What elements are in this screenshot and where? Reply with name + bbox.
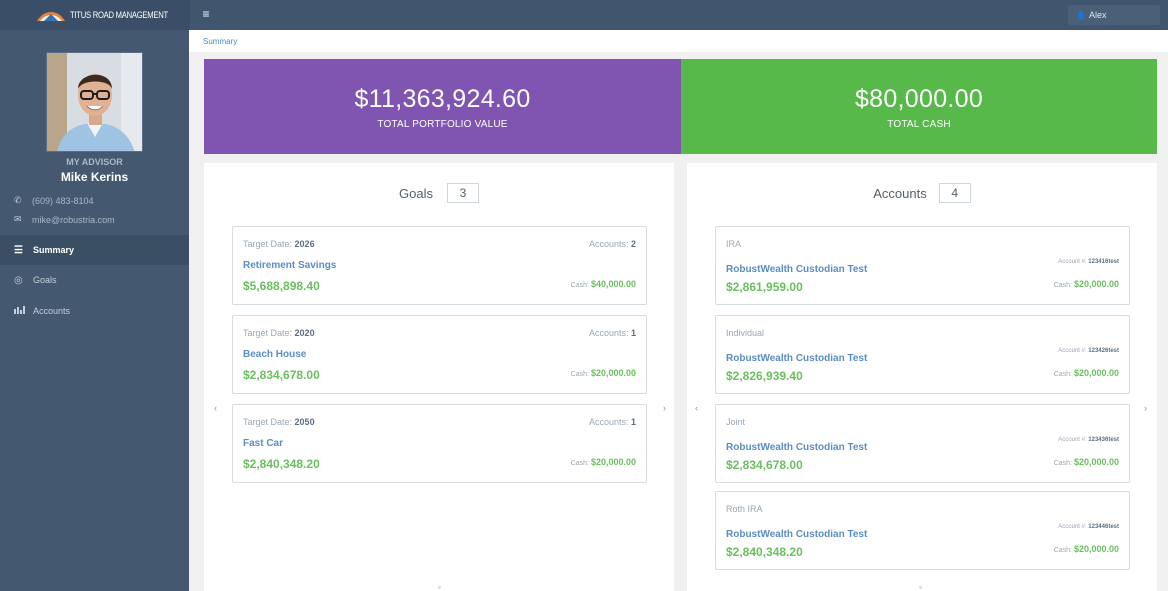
breadcrumb-bar: Summary — [189, 30, 1168, 52]
account-cash: Cash: $20,000.00 — [1053, 544, 1119, 554]
goal-card-fast-car[interactable]: Target Date: 2050 Accounts: 1 Fast Car $… — [232, 404, 647, 483]
account-value: $2,861,959.00 — [726, 280, 803, 294]
sidebar: MY ADVISOR Mike Kerins ✆ (609) 483-8104 … — [0, 30, 189, 591]
account-type: Roth IRA — [726, 504, 763, 514]
goal-name[interactable]: Fast Car — [243, 438, 283, 449]
account-number: Account #: 123436test — [1058, 437, 1119, 443]
scroll-indicator — [919, 586, 922, 589]
account-cash: Cash: $20,000.00 — [1053, 279, 1119, 289]
accounts-panel: Accounts 4 ‹ › IRA Account #: 123416test… — [687, 163, 1157, 591]
total-portfolio-banner: $11,363,924.60 TOTAL PORTFOLIO VALUE — [204, 59, 681, 154]
account-cash: Cash: $20,000.00 — [1053, 457, 1119, 467]
mountain-logo-icon — [37, 12, 65, 21]
goal-card-beach-house[interactable]: Target Date: 2020 Accounts: 1 Beach Hous… — [232, 315, 647, 394]
sidebar-item-label: Goals — [33, 275, 57, 285]
goal-value: $2,834,678.00 — [243, 368, 320, 382]
goal-card-retirement[interactable]: Target Date: 2026 Accounts: 2 Retirement… — [232, 226, 647, 305]
sidebar-item-summary[interactable]: ☰ Summary — [0, 235, 189, 265]
account-value: $2,826,939.40 — [726, 369, 803, 383]
total-cash-banner: $80,000.00 TOTAL CASH — [681, 59, 1157, 154]
account-name[interactable]: RobustWealth Custodian Test — [726, 264, 867, 275]
goals-header: Goals 3 — [204, 183, 674, 203]
bar-chart-icon — [14, 305, 28, 317]
goal-name[interactable]: Beach House — [243, 349, 306, 360]
total-cash-label: TOTAL CASH — [887, 119, 951, 130]
accounts-count: 4 — [938, 183, 971, 203]
scroll-indicator — [438, 586, 441, 589]
account-number: Account #: 123416test — [1058, 259, 1119, 265]
brand-name: TITUS ROAD MANAGEMENT — [70, 10, 168, 20]
user-menu[interactable]: 👤 Alex — [1068, 5, 1160, 25]
total-portfolio-value: $11,363,924.60 — [354, 85, 531, 113]
advisor-email[interactable]: ✉ mike@robustria.com — [14, 214, 115, 225]
account-card-individual[interactable]: Individual Account #: 123426test RobustW… — [715, 315, 1130, 394]
phone-text: (609) 483-8104 — [32, 195, 94, 206]
goals-panel: Goals 3 ‹ › Target Date: 2026 Accounts: … — [204, 163, 674, 591]
goal-cash: Cash: $40,000.00 — [570, 279, 636, 289]
accounts-title: Accounts — [873, 185, 927, 201]
goals-prev-arrow-icon[interactable]: ‹ — [214, 403, 217, 413]
sidebar-item-label: Summary — [33, 245, 75, 255]
accounts-next-arrow-icon[interactable]: › — [1144, 403, 1147, 413]
goal-cash: Cash: $20,000.00 — [570, 457, 636, 467]
account-cash: Cash: $20,000.00 — [1053, 368, 1119, 378]
total-cash-value: $80,000.00 — [854, 85, 984, 113]
advisor-avatar — [46, 52, 143, 152]
top-bar: TITUS ROAD MANAGEMENT ≡ 👤 Alex — [0, 0, 1168, 30]
phone-icon: ✆ — [14, 195, 22, 205]
list-icon: ☰ — [14, 244, 23, 256]
goal-value: $5,688,898.40 — [243, 279, 320, 293]
account-number: Account #: 123426test — [1058, 348, 1119, 354]
account-name[interactable]: RobustWealth Custodian Test — [726, 353, 867, 364]
email-text: mike@robustria.com — [32, 214, 115, 225]
goal-accounts-count: Accounts: 1 — [588, 328, 636, 338]
sidebar-item-accounts[interactable]: Accounts — [0, 296, 189, 326]
goals-title: Goals — [399, 185, 433, 201]
goal-target-date: Target Date: 2020 — [243, 328, 315, 338]
envelope-icon: ✉ — [14, 214, 22, 224]
goals-next-arrow-icon[interactable]: › — [663, 403, 666, 413]
account-card-ira[interactable]: IRA Account #: 123416test RobustWealth C… — [715, 226, 1130, 305]
account-card-roth-ira[interactable]: Roth IRA Account #: 123446test RobustWea… — [715, 491, 1130, 570]
advisor-label: MY ADVISOR — [66, 157, 123, 167]
accounts-header: Accounts 4 — [687, 183, 1157, 203]
account-number: Account #: 123446test — [1058, 524, 1119, 530]
goals-count: 3 — [446, 183, 479, 203]
brand[interactable]: TITUS ROAD MANAGEMENT — [0, 0, 190, 30]
advisor-name: Mike Kerins — [60, 170, 129, 184]
goal-name[interactable]: Retirement Savings — [243, 260, 336, 271]
goal-target-date: Target Date: 2026 — [243, 239, 315, 249]
account-type: Joint — [726, 417, 746, 427]
user-name: Alex — [1088, 10, 1107, 20]
user-icon: 👤 — [1076, 11, 1086, 20]
sidebar-item-label: Accounts — [33, 306, 71, 316]
goal-target-date: Target Date: 2050 — [243, 417, 315, 427]
target-icon: ◎ — [14, 274, 23, 286]
account-type: Individual — [726, 328, 765, 338]
total-portfolio-label: TOTAL PORTFOLIO VALUE — [377, 119, 508, 130]
goal-accounts-count: Accounts: 1 — [588, 417, 636, 427]
goal-accounts-count: Accounts: 2 — [588, 239, 636, 249]
sidebar-item-goals[interactable]: ◎ Goals — [0, 265, 189, 295]
advisor-phone[interactable]: ✆ (609) 483-8104 — [14, 195, 94, 206]
hamburger-icon[interactable]: ≡ — [199, 7, 213, 21]
goal-cash: Cash: $20,000.00 — [570, 368, 636, 378]
account-name[interactable]: RobustWealth Custodian Test — [726, 442, 867, 453]
account-name[interactable]: RobustWealth Custodian Test — [726, 529, 867, 540]
account-type: IRA — [726, 239, 742, 249]
accounts-prev-arrow-icon[interactable]: ‹ — [695, 403, 698, 413]
account-card-joint[interactable]: Joint Account #: 123436test RobustWealth… — [715, 404, 1130, 483]
account-value: $2,834,678.00 — [726, 458, 803, 472]
goal-value: $2,840,348.20 — [243, 457, 320, 471]
account-value: $2,840,348.20 — [726, 545, 803, 559]
breadcrumb[interactable]: Summary — [203, 37, 237, 46]
